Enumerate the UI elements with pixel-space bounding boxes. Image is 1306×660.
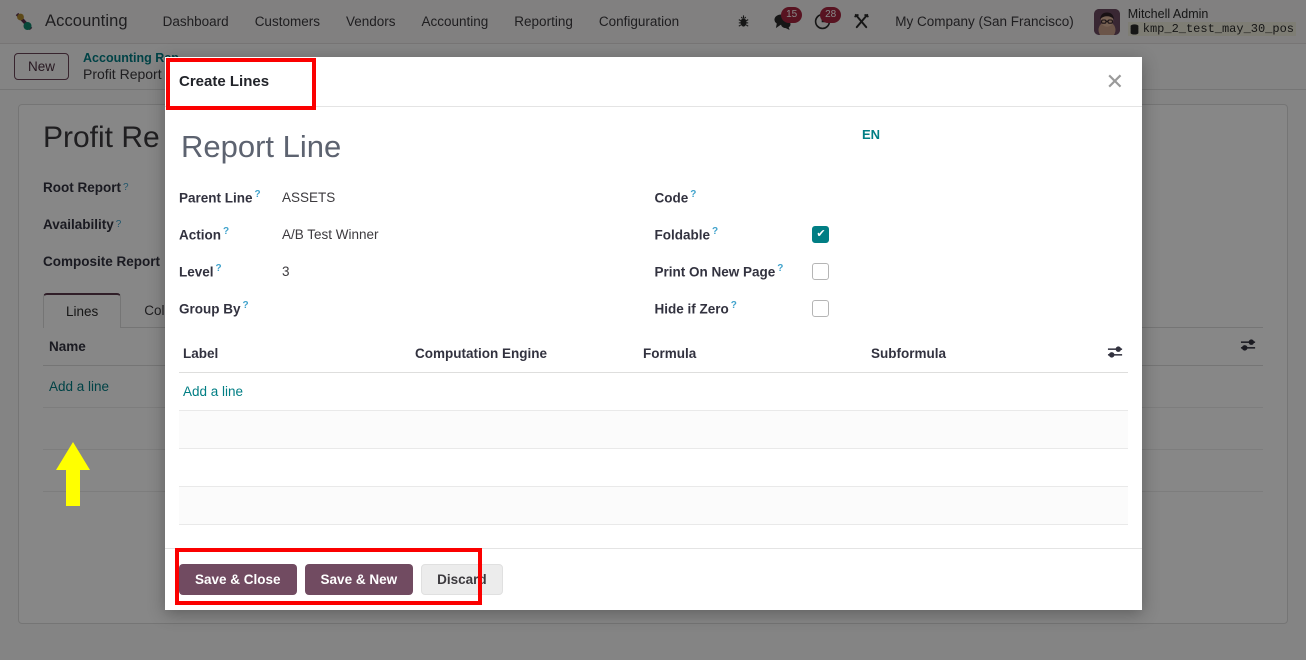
dialog-footer: Save & Close Save & New Discard	[165, 548, 1142, 610]
dialog-title: Create Lines	[179, 73, 270, 90]
create-lines-dialog: Create Lines ✕ Report Line EN Parent Lin…	[165, 57, 1142, 610]
field-group-by: Group By?	[179, 290, 653, 327]
close-icon[interactable]: ✕	[1106, 70, 1124, 93]
form-grid: Parent Line? ASSETS Action? A/B Test Win…	[179, 179, 1128, 327]
table-row	[179, 410, 1128, 449]
expressions-table-settings-cell	[1088, 337, 1128, 373]
label-text: Foldable	[654, 227, 710, 243]
dialog-header: Create Lines ✕	[165, 57, 1142, 107]
dialog-body: Report Line EN Parent Line? ASSETS Actio…	[165, 107, 1142, 548]
language-badge[interactable]: EN	[862, 127, 880, 142]
label-text: Parent Line	[179, 190, 253, 206]
label-text: Hide if Zero	[654, 301, 729, 317]
help-icon-code[interactable]: ?	[690, 189, 696, 200]
field-label-print-on-new-page: Print On New Page?	[654, 263, 812, 280]
field-foldable: Foldable?	[654, 216, 1128, 253]
label-text: Code	[654, 190, 689, 206]
empty-cell	[179, 448, 1128, 487]
help-icon-group-by[interactable]: ?	[243, 300, 249, 311]
checkbox-foldable[interactable]	[812, 226, 830, 243]
expressions-table-body: Add a line	[179, 372, 1128, 525]
label-text: Level	[179, 264, 214, 280]
save-and-new-button[interactable]: Save & New	[304, 564, 414, 595]
label-text: Group By	[179, 301, 241, 317]
field-label-level: Level?	[179, 263, 282, 280]
expressions-table-header-row: Label Computation Engine Formula Subform…	[179, 337, 1128, 373]
label-text: Action	[179, 227, 221, 243]
help-icon-parent-line[interactable]: ?	[255, 189, 261, 200]
column-header-computation-engine: Computation Engine	[411, 337, 639, 373]
help-icon-action[interactable]: ?	[223, 226, 229, 237]
expressions-table-head: Label Computation Engine Formula Subform…	[179, 337, 1128, 373]
help-icon-print-on-new-page[interactable]: ?	[777, 263, 783, 274]
empty-cell	[179, 410, 1128, 449]
field-code: Code?	[654, 179, 1128, 216]
field-value-level[interactable]: 3	[282, 264, 290, 279]
field-label-group-by: Group By?	[179, 300, 282, 317]
column-header-label: Label	[179, 337, 411, 373]
field-print-on-new-page: Print On New Page?	[654, 253, 1128, 290]
table-row	[179, 486, 1128, 525]
help-icon-hide-if-zero[interactable]: ?	[731, 300, 737, 311]
checkbox-print-on-new-page[interactable]	[812, 263, 830, 280]
checkbox-hide-if-zero[interactable]	[812, 300, 830, 317]
field-label-foldable: Foldable?	[654, 226, 812, 243]
expressions-table: Label Computation Engine Formula Subform…	[179, 337, 1128, 525]
field-label-code: Code?	[654, 189, 812, 206]
empty-cell	[179, 486, 1128, 525]
help-icon-foldable[interactable]: ?	[712, 226, 718, 237]
field-value-parent-line[interactable]: ASSETS	[282, 190, 335, 205]
table-row	[179, 448, 1128, 487]
field-label-action: Action?	[179, 226, 282, 243]
field-value-action[interactable]: A/B Test Winner	[282, 227, 379, 242]
field-level: Level? 3	[179, 253, 653, 290]
sliders-icon[interactable]	[1107, 346, 1124, 362]
field-hide-if-zero: Hide if Zero?	[654, 290, 1128, 327]
column-header-subformula: Subformula	[867, 337, 1088, 373]
form-title: Report Line	[181, 129, 342, 164]
column-header-formula: Formula	[639, 337, 867, 373]
form-column-right: Code? Foldable? Print On New Page?	[653, 179, 1128, 327]
add-a-line-link[interactable]: Add a line	[183, 384, 243, 399]
save-and-close-button[interactable]: Save & Close	[179, 564, 297, 595]
field-action: Action? A/B Test Winner	[179, 216, 653, 253]
table-row[interactable]: Add a line	[179, 372, 1128, 411]
field-label-hide-if-zero: Hide if Zero?	[654, 300, 812, 317]
field-parent-line: Parent Line? ASSETS	[179, 179, 653, 216]
field-label-parent-line: Parent Line?	[179, 189, 282, 206]
add-line-cell[interactable]: Add a line	[179, 372, 1128, 411]
label-text: Print On New Page	[654, 264, 776, 280]
help-icon-level[interactable]: ?	[216, 263, 222, 274]
discard-button[interactable]: Discard	[421, 564, 503, 595]
form-column-left: Parent Line? ASSETS Action? A/B Test Win…	[179, 179, 653, 327]
